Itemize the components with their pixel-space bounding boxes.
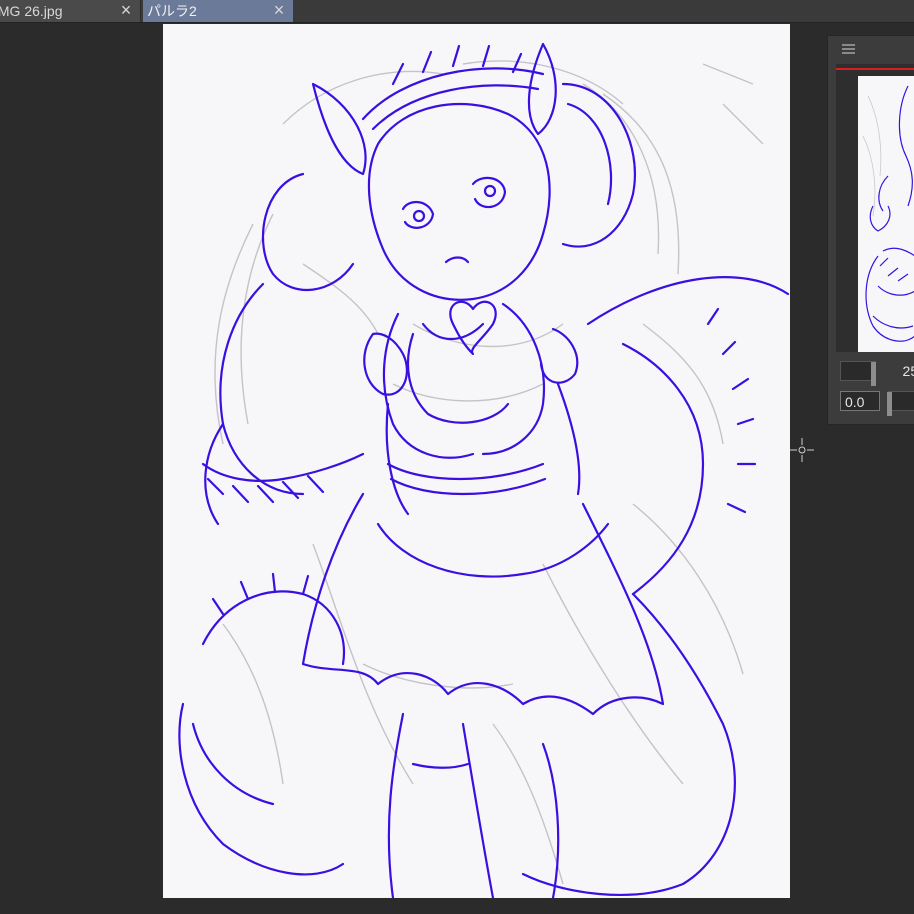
navigator-header <box>828 36 914 64</box>
rotation-value[interactable]: 0.0 <box>840 391 880 411</box>
zoom-control: 25. <box>836 359 914 386</box>
pencil-sketch-layer <box>214 60 764 885</box>
tab-img-26[interactable]: IMG 26.jpg × <box>0 0 141 22</box>
thumbnail-drawing <box>862 85 914 342</box>
menu-icon[interactable] <box>842 44 855 55</box>
document-tab-bar: IMG 26.jpg × パルラ2 × <box>0 0 914 23</box>
tab-label: パルラ2 <box>147 3 197 19</box>
tab-parura2[interactable]: パルラ2 × <box>143 0 293 22</box>
ink-layer <box>178 42 790 898</box>
close-tab-icon[interactable]: × <box>271 0 287 22</box>
app-window: IMG 26.jpg × パルラ2 × 2 0.0 <box>0 0 914 914</box>
rotation-slider-handle[interactable] <box>887 392 892 416</box>
rotation-control: 0.0 <box>836 389 914 416</box>
rotation-slider[interactable] <box>887 391 914 416</box>
navigator-panel: 25. 0.0 <box>827 35 914 425</box>
view-indicator-line <box>836 68 914 70</box>
zoom-slider-handle[interactable] <box>871 362 876 386</box>
zoom-value[interactable]: 25. <box>884 361 914 381</box>
crosshair-cursor-icon <box>790 438 814 462</box>
navigator-thumbnail <box>858 76 914 352</box>
drawing-canvas[interactable] <box>163 24 790 898</box>
tab-label: IMG 26.jpg <box>0 3 63 19</box>
zoom-slider[interactable] <box>840 361 876 386</box>
navigator-preview[interactable] <box>836 64 914 352</box>
line-art-drawing <box>178 42 790 898</box>
close-tab-icon[interactable]: × <box>118 0 134 22</box>
